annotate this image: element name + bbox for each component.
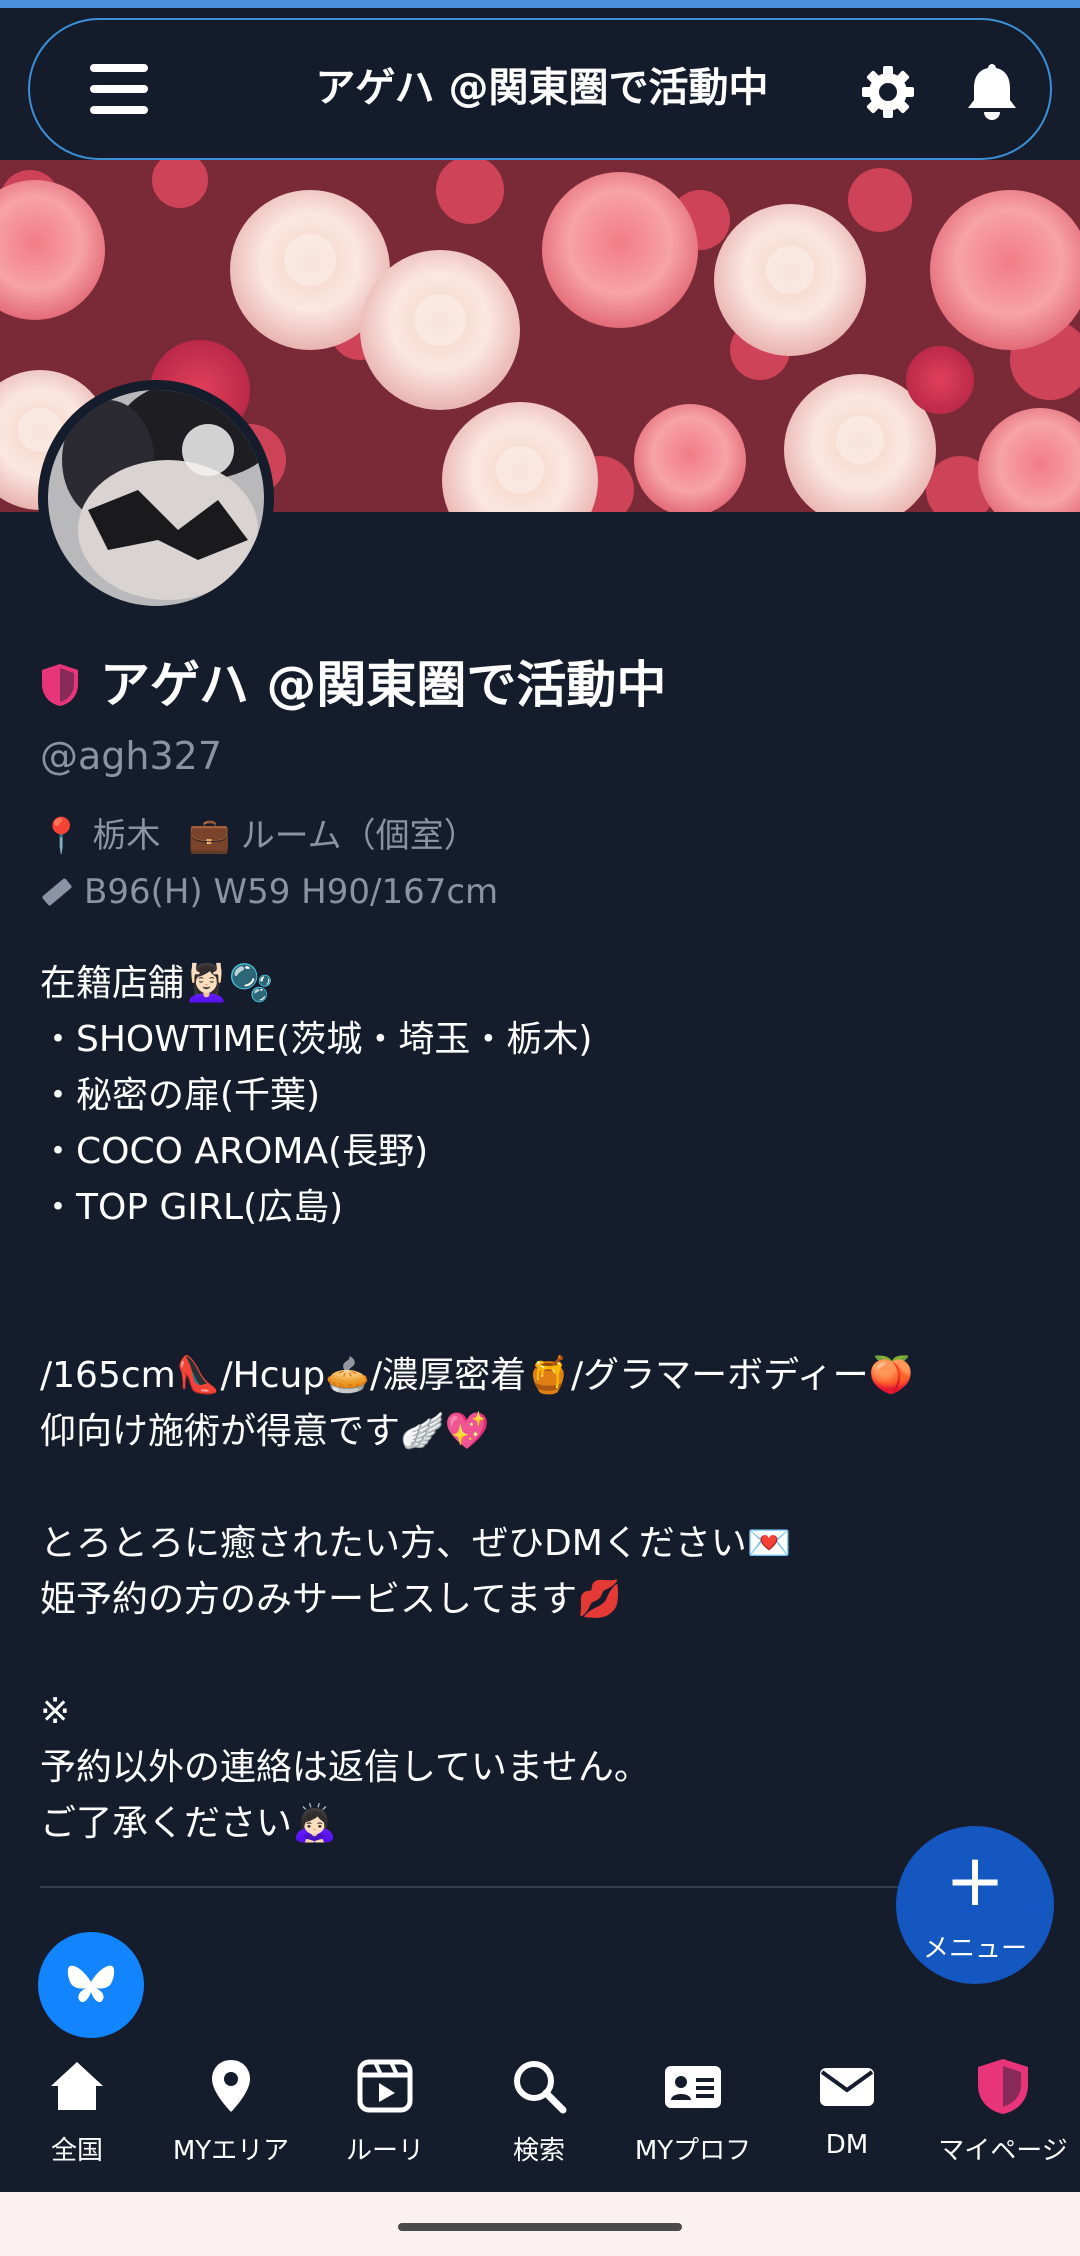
measurements-text: B96(H) W59 H90/167cm bbox=[84, 872, 499, 912]
section-divider bbox=[40, 1886, 900, 1888]
video-icon bbox=[357, 2059, 413, 2113]
menu-fab-button[interactable]: + メニュー bbox=[896, 1826, 1054, 1984]
top-accent-line bbox=[0, 0, 1080, 8]
bio-line: 姫予約の方のみサービスしてます💋 bbox=[40, 1579, 622, 1620]
app-header: アゲハ @関東圏で活動中 bbox=[28, 18, 1052, 160]
nav-label: MYエリア bbox=[172, 2136, 290, 2166]
bio-line: ・COCO AROMA(長野) bbox=[40, 1131, 429, 1172]
mail-icon bbox=[820, 2068, 874, 2106]
fab-label: メニュー bbox=[922, 1934, 1027, 1964]
avatar-frame bbox=[38, 380, 274, 616]
bio-line: とろとろに癒されたい方、ぜひDMください💌 bbox=[40, 1523, 792, 1564]
bell-icon[interactable] bbox=[960, 60, 1024, 124]
system-navigation-bar bbox=[0, 2192, 1080, 2256]
home-indicator[interactable] bbox=[398, 2223, 682, 2231]
nav-label: マイページ bbox=[938, 2136, 1068, 2166]
location-pin-icon: 📍 bbox=[40, 816, 83, 856]
nav-item-dm[interactable]: DM bbox=[772, 2056, 922, 2186]
shield-icon bbox=[978, 2059, 1028, 2114]
bio-line bbox=[40, 1628, 1040, 1684]
location-text: 栃木 bbox=[92, 816, 161, 856]
location-row: 📍 栃木 💼 ルーム（個室） bbox=[40, 812, 478, 860]
nav-item-my-area[interactable]: MYエリア bbox=[156, 2056, 306, 2186]
user-handle: @agh327 bbox=[40, 734, 223, 778]
nav-label: MYプロフ bbox=[634, 2136, 752, 2166]
nav-item-zenkoku[interactable]: 全国 bbox=[2, 2056, 152, 2186]
home-icon bbox=[51, 2062, 103, 2110]
bio-line: ※ bbox=[40, 1691, 71, 1732]
nav-label: 全国 bbox=[50, 2136, 103, 2166]
display-name: アゲハ @関東圏で活動中 bbox=[100, 656, 667, 714]
bio-line: 在籍店舗💆🏻‍♀️🫧 bbox=[40, 963, 274, 1004]
nav-item-my-profile[interactable]: MYプロフ bbox=[618, 2056, 768, 2186]
nav-label: ルーリ bbox=[345, 2136, 424, 2166]
bio-line: ・SHOWTIME(茨城・埼玉・栃木) bbox=[40, 1019, 593, 1060]
nav-item-ruri[interactable]: ルーリ bbox=[310, 2056, 460, 2186]
measurements-row: B96(H) W59 H90/167cm bbox=[40, 868, 498, 916]
bio-line: 仰向け施術が得意です🪽💖 bbox=[40, 1411, 490, 1452]
nav-item-search[interactable]: 検索 bbox=[464, 2056, 614, 2186]
butterfly-icon bbox=[67, 1965, 115, 2003]
briefcase-icon: 💼 bbox=[188, 816, 231, 856]
bio-line bbox=[40, 1292, 1040, 1348]
nav-label: 検索 bbox=[512, 2136, 565, 2166]
bio-line: ・TOP GIRL(広島) bbox=[40, 1187, 344, 1228]
bio-line: ・秘密の扉(千葉) bbox=[40, 1075, 321, 1116]
header-title: アゲハ @関東圏で活動中 bbox=[315, 65, 769, 111]
map-pin-icon bbox=[212, 2060, 250, 2112]
avatar[interactable] bbox=[48, 390, 264, 606]
bio-line: /165cm👠/Hcup🥧/濃厚密着🍯/グラマーボディー🍑 bbox=[40, 1355, 914, 1396]
hamburger-menu-icon[interactable] bbox=[90, 64, 148, 114]
profile-name-row: アゲハ @関東圏で活動中 bbox=[40, 650, 666, 720]
search-icon bbox=[514, 2061, 567, 2114]
bio-line bbox=[40, 1236, 1040, 1292]
pink-shield-icon bbox=[42, 664, 78, 706]
nav-label: DM bbox=[825, 2130, 869, 2160]
bio-line: ご了承ください🙇🏻‍♀️ bbox=[40, 1803, 337, 1844]
bio-line bbox=[40, 1460, 1040, 1516]
gear-icon[interactable] bbox=[856, 60, 920, 124]
nav-item-my-page[interactable]: マイページ bbox=[928, 2056, 1078, 2186]
bio-line: 予約以外の連絡は返信していません。 bbox=[40, 1747, 650, 1788]
profile-bio: 在籍店舗💆🏻‍♀️🫧 ・SHOWTIME(茨城・埼玉・栃木) ・秘密の扉(千葉)… bbox=[40, 956, 1040, 1852]
bluesky-button[interactable] bbox=[38, 1932, 144, 2038]
plus-icon: + bbox=[944, 1838, 1006, 1922]
service-type-text: ルーム（個室） bbox=[240, 816, 478, 856]
ruler-icon bbox=[42, 878, 72, 906]
profile-card-icon bbox=[665, 2066, 721, 2108]
bottom-nav: 全国 MYエリア ルーリ 検索 MYプロフ DM マイページ bbox=[0, 2040, 1080, 2192]
